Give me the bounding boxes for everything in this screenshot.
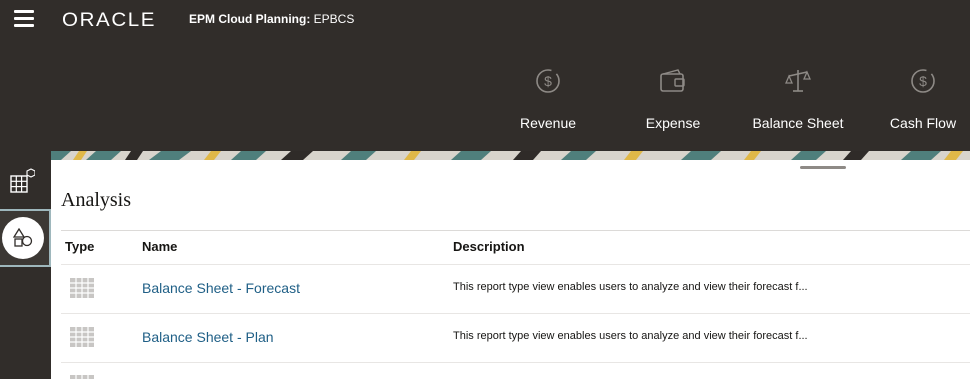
grid-report-icon [70, 278, 94, 298]
app-title: EPM Cloud Planning: EPBCS [189, 12, 354, 26]
grid-cube-icon[interactable] [9, 168, 35, 194]
grid-report-icon [70, 375, 94, 379]
grid-report-icon [70, 327, 94, 347]
navigation-cards: $ Revenue Expense Balance Sheet $ Cash F… [0, 62, 970, 152]
table-divider [61, 230, 970, 231]
dollar-cycle-icon: $ [536, 69, 560, 93]
row-divider [61, 313, 970, 314]
card-balance-sheet[interactable]: Balance Sheet [743, 62, 853, 142]
left-rail [0, 151, 51, 379]
svg-text:$: $ [544, 73, 552, 89]
row-name-link[interactable]: Balance Sheet - Plan [142, 329, 274, 345]
shapes-icon [13, 228, 33, 247]
app-title-rest: EPBCS [310, 12, 355, 26]
wallet-icon [660, 69, 685, 92]
row-description: This report type view enables users to a… [453, 330, 808, 342]
dollar-cycle-icon: $ [911, 69, 935, 93]
drag-handle[interactable] [800, 166, 846, 169]
column-header-type[interactable]: Type [65, 239, 94, 254]
app-title-bold: EPM Cloud Planning: [189, 12, 311, 26]
row-description: This report type view enables users to a… [453, 281, 808, 293]
column-header-description[interactable]: Description [453, 239, 525, 254]
decorative-banner [51, 151, 970, 160]
oracle-logo[interactable]: ORACLE [62, 10, 156, 32]
rail-item-analysis[interactable] [2, 217, 44, 259]
hamburger-menu-icon[interactable] [14, 10, 36, 30]
card-label: Balance Sheet [752, 115, 844, 131]
card-expense[interactable]: Expense [618, 62, 728, 142]
svg-text:$: $ [919, 73, 927, 89]
top-bar: ORACLE EPM Cloud Planning: EPBCS [0, 0, 970, 40]
card-label: Expense [645, 115, 701, 131]
column-header-name[interactable]: Name [142, 239, 177, 254]
scale-icon [785, 70, 811, 92]
panel-title: Analysis [61, 189, 131, 211]
row-name-link[interactable]: Balance Sheet - Forecast [142, 280, 300, 296]
card-cash-flow[interactable]: $ Cash Flow [868, 62, 970, 142]
row-divider [61, 264, 970, 265]
card-revenue[interactable]: $ Revenue [493, 62, 603, 142]
analysis-panel: Analysis Type Name Description Balance S… [51, 160, 970, 379]
card-label: Revenue [519, 115, 577, 131]
card-label: Cash Flow [889, 115, 957, 131]
row-divider [61, 362, 970, 363]
